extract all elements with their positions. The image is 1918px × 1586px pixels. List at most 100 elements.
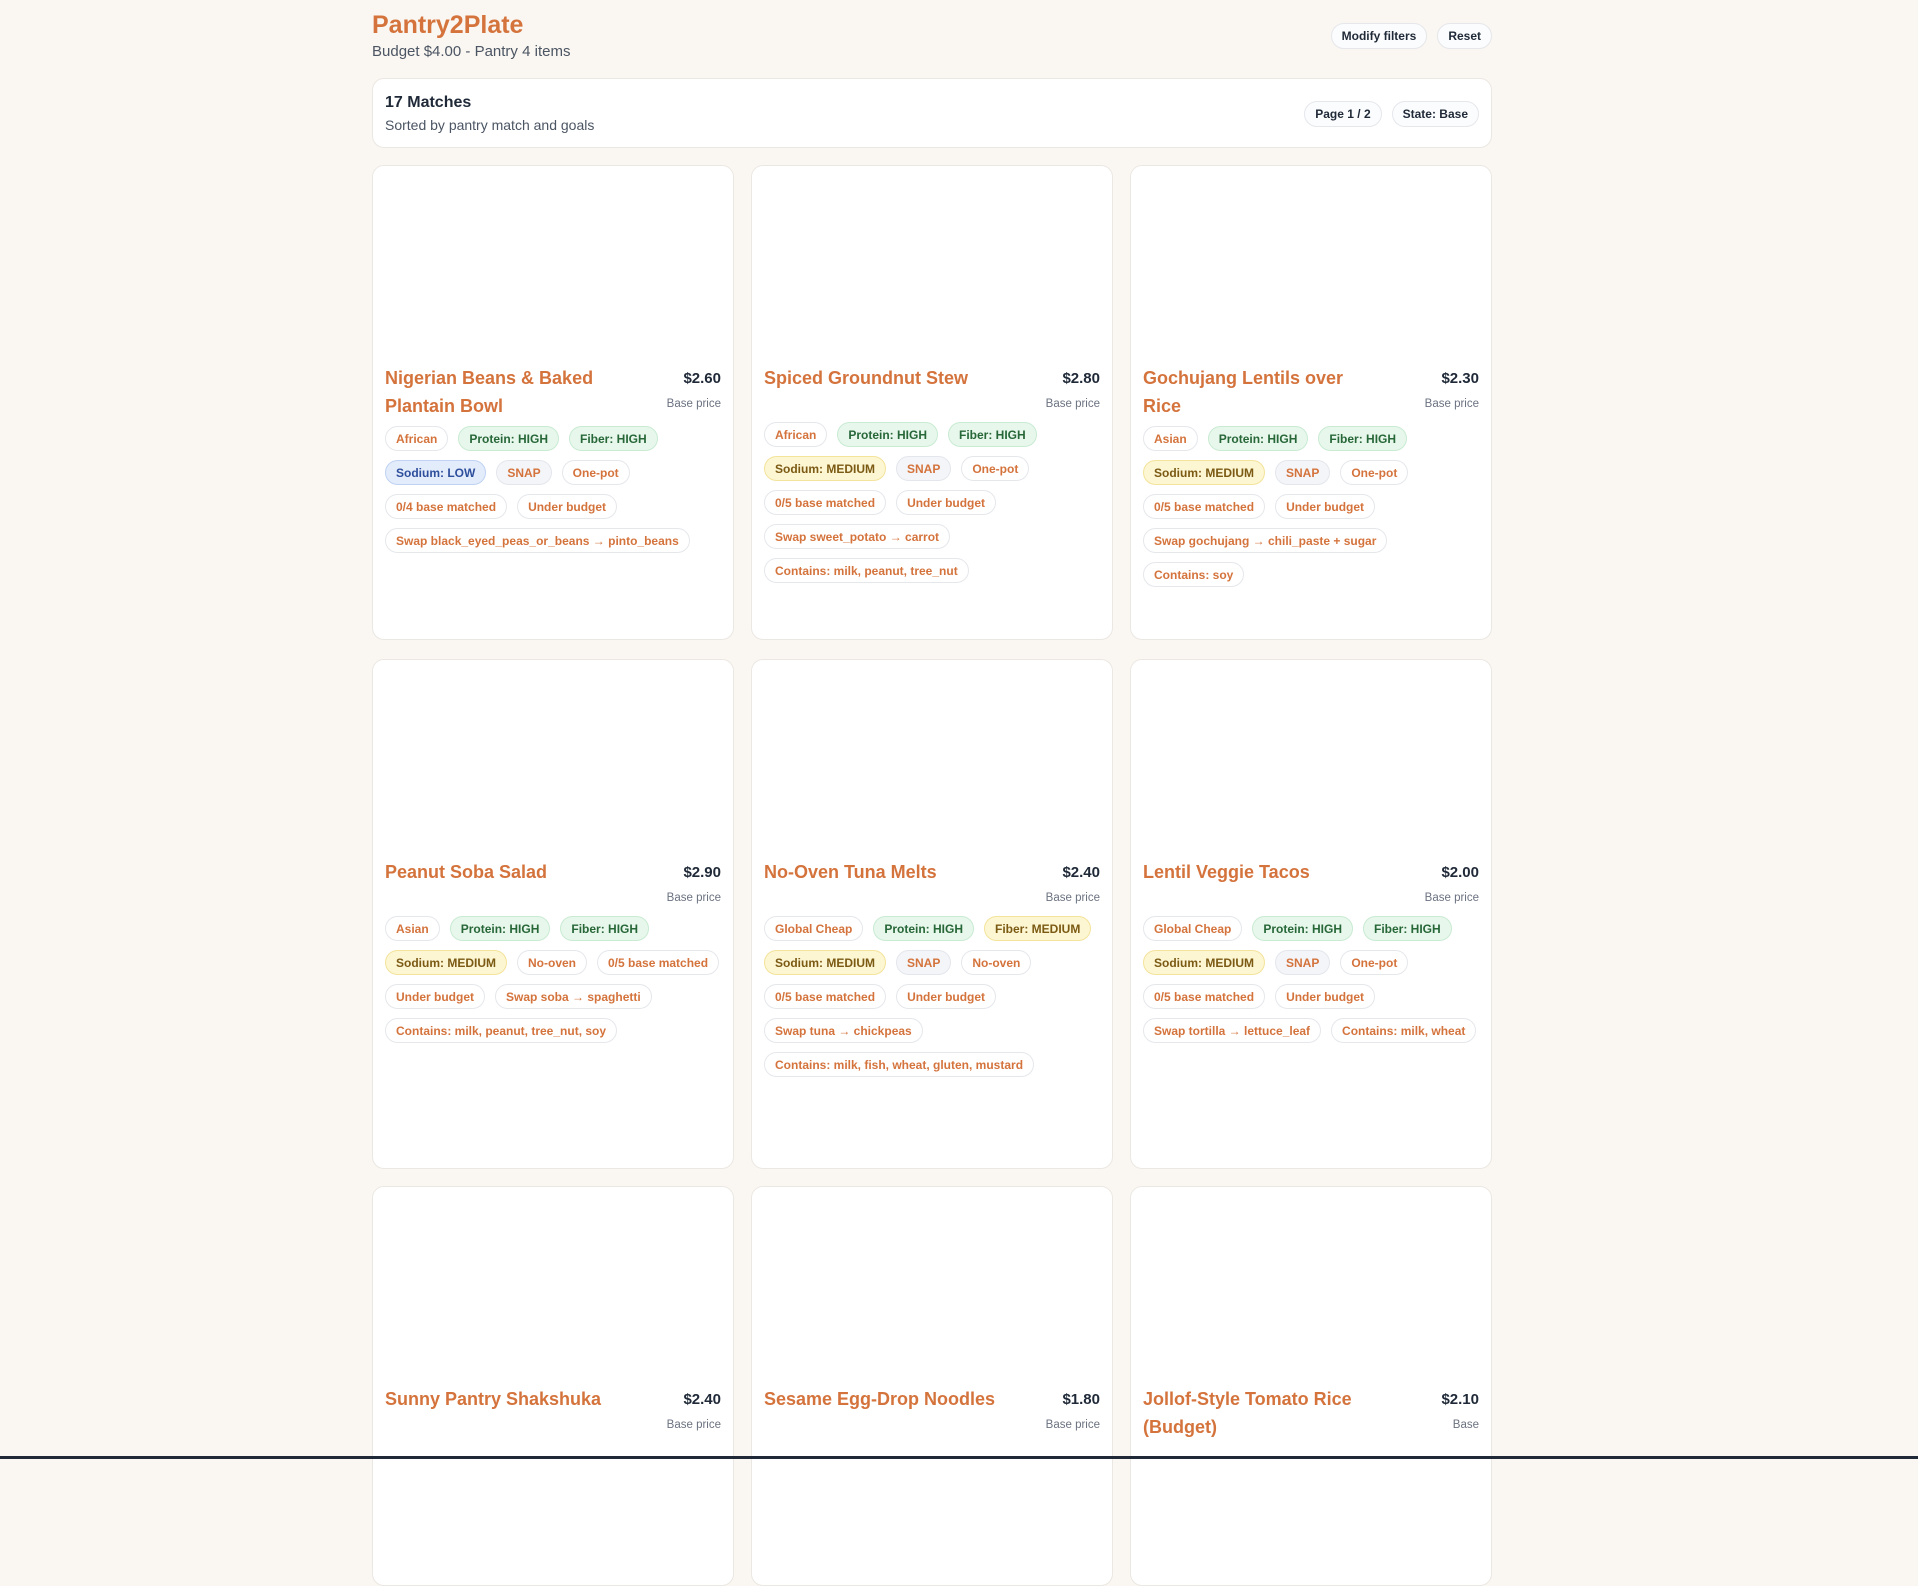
- recipe-card-header: Peanut Soba Salad $2.90 Base price: [385, 858, 721, 910]
- recipe-tag: Fiber: MEDIUM: [984, 916, 1092, 941]
- price-label: Base price: [666, 892, 721, 904]
- recipe-tag: Sodium: MEDIUM: [385, 950, 507, 975]
- recipe-tag: Swap gochujang → chili_paste + sugar: [1143, 528, 1388, 553]
- recipe-title[interactable]: Gochujang Lentils over Rice: [1143, 364, 1383, 420]
- reset-button[interactable]: Reset: [1437, 23, 1492, 49]
- recipe-tag: No-oven: [961, 950, 1032, 975]
- recipe-tag: One-pot: [561, 460, 630, 485]
- recipe-image: [373, 1187, 733, 1387]
- recipe-tag: Sodium: MEDIUM: [1143, 460, 1265, 485]
- recipe-tag: SNAP: [1275, 460, 1331, 485]
- price-label: Base price: [1424, 398, 1479, 410]
- recipe-tag: Global Cheap: [764, 916, 864, 941]
- recipe-tag: Swap tuna → chickpeas: [764, 1018, 923, 1043]
- price-block: $2.00 Base price: [1425, 858, 1479, 910]
- recipe-tag: Under budget: [517, 494, 618, 519]
- recipe-card[interactable]: Sunny Pantry Shakshuka $2.40 Base price: [372, 1186, 734, 1586]
- price-label: Base price: [1424, 892, 1479, 904]
- price-block: $2.90 Base price: [667, 858, 721, 910]
- app-subtitle: Budget $4.00 - Pantry 4 items: [372, 43, 571, 60]
- recipe-tag: 0/5 base matched: [764, 984, 887, 1009]
- price-label: Base price: [1045, 1419, 1100, 1431]
- price-label: Base price: [1045, 892, 1100, 904]
- recipe-tag: Asian: [1143, 426, 1198, 451]
- recipe-title[interactable]: Lentil Veggie Tacos: [1143, 858, 1310, 886]
- recipe-tag: Contains: milk, peanut, tree_nut, soy: [385, 1018, 618, 1043]
- recipe-tag: No-oven: [517, 950, 587, 975]
- modify-filters-button[interactable]: Modify filters: [1330, 23, 1428, 49]
- recipe-card-header: Gochujang Lentils over Rice $2.30 Base pri…: [1143, 364, 1479, 420]
- recipe-card-body: Nigerian Beans & Baked Plantain Bowl $2.6…: [373, 364, 733, 565]
- recipe-tag: Protein: HIGH: [458, 426, 560, 451]
- recipe-tag: Contains: milk, fish, wheat, gluten, mus…: [764, 1052, 1035, 1077]
- recipe-tag: Sodium: MEDIUM: [764, 456, 886, 481]
- recipe-tag: SNAP: [1275, 950, 1331, 975]
- recipe-tag: Under budget: [896, 984, 997, 1009]
- recipe-price: $2.40: [1062, 864, 1100, 881]
- recipe-tag: Sodium: MEDIUM: [764, 950, 886, 975]
- recipe-price: $2.80: [1062, 370, 1100, 387]
- recipe-title[interactable]: Sunny Pantry Shakshuka: [385, 1385, 601, 1413]
- recipe-tag: Asian: [385, 916, 440, 941]
- match-count: 17 Matches: [385, 94, 472, 111]
- recipe-tag: Under budget: [1275, 984, 1376, 1009]
- summary-pills: Page 1 / 2 State: Base: [1304, 101, 1479, 127]
- recipe-card[interactable]: Lentil Veggie Tacos $2.00 Base price Global…: [1130, 659, 1492, 1169]
- recipe-card[interactable]: No-Oven Tuna Melts $2.40 Base price Global …: [751, 659, 1113, 1169]
- recipe-tag: Global Cheap: [1143, 916, 1243, 941]
- recipe-card[interactable]: Peanut Soba Salad $2.90 Base price Asian Pro…: [372, 659, 734, 1169]
- recipe-tag: Fiber: HIGH: [560, 916, 650, 941]
- recipe-title[interactable]: Nigerian Beans & Baked Plantain Bowl: [385, 364, 625, 420]
- page-container: Pantry2Plate Budget $4.00 - Pantry 4 ite…: [372, 0, 1492, 1586]
- recipe-card-body: Sunny Pantry Shakshuka $2.40 Base price: [373, 1385, 733, 1455]
- price-label: Base price: [666, 1419, 721, 1431]
- recipe-tag: Protein: HIGH: [837, 422, 939, 447]
- recipe-title[interactable]: Spiced Groundnut Stew: [764, 364, 968, 392]
- price-block: $2.80 Base price: [1046, 364, 1100, 416]
- recipe-card[interactable]: Jollof-Style Tomato Rice (Budget) $2.10 Ba…: [1130, 1186, 1492, 1586]
- recipe-tag: 0/5 base matched: [764, 490, 887, 515]
- recipe-image: [752, 1187, 1112, 1387]
- recipe-card-body: Jollof-Style Tomato Rice (Budget) $2.10 Ba…: [1131, 1385, 1491, 1459]
- recipe-price: $1.80: [1062, 1391, 1100, 1408]
- recipe-card-body: Gochujang Lentils over Rice $2.30 Base pri…: [1131, 364, 1491, 599]
- recipe-tag: Swap tortilla → lettuce_leaf: [1143, 1018, 1322, 1043]
- recipe-card[interactable]: Spiced Groundnut Stew $2.80 Base price Afri…: [751, 165, 1113, 640]
- recipe-tag: SNAP: [496, 460, 552, 485]
- recipe-tag: Swap soba → spaghetti: [495, 984, 652, 1009]
- recipe-card[interactable]: Gochujang Lentils over Rice $2.30 Base pri…: [1130, 165, 1492, 640]
- recipe-price: $2.00: [1441, 864, 1479, 881]
- recipe-card-header: Nigerian Beans & Baked Plantain Bowl $2.6…: [385, 364, 721, 420]
- recipe-tag: Protein: HIGH: [873, 916, 975, 941]
- recipe-price: $2.30: [1441, 370, 1479, 387]
- recipe-tag: Contains: milk, wheat: [1331, 1018, 1477, 1043]
- price-block: $1.80 Base price: [1046, 1385, 1100, 1437]
- recipe-card[interactable]: Sesame Egg-Drop Noodles $1.80 Base price: [751, 1186, 1113, 1586]
- recipe-image: [752, 660, 1112, 860]
- recipe-image: [373, 660, 733, 860]
- recipe-image: [373, 166, 733, 366]
- sort-description: Sorted by pantry match and goals: [385, 117, 595, 133]
- price-block: $2.60 Base price: [667, 364, 721, 416]
- header-actions: Modify filters Reset: [1330, 23, 1492, 49]
- recipe-tag: SNAP: [896, 950, 952, 975]
- recipe-tag: One-pot: [1340, 460, 1409, 485]
- recipe-title[interactable]: Sesame Egg-Drop Noodles: [764, 1385, 995, 1413]
- recipe-card[interactable]: Nigerian Beans & Baked Plantain Bowl $2.6…: [372, 165, 734, 640]
- price-block: $2.10 Base: [1441, 1385, 1479, 1437]
- recipe-image: [752, 166, 1112, 366]
- recipe-price: $2.60: [683, 370, 721, 387]
- recipe-tag: SNAP: [896, 456, 952, 481]
- recipe-tags: Global Cheap Protein: HIGH Fiber: MEDIUM So…: [764, 916, 1100, 1077]
- recipe-title[interactable]: Peanut Soba Salad: [385, 858, 547, 886]
- recipe-tags: African Protein: HIGH Fiber: HIGH Sodium: L…: [385, 426, 721, 553]
- recipe-title[interactable]: No-Oven Tuna Melts: [764, 858, 937, 886]
- recipe-card-header: No-Oven Tuna Melts $2.40 Base price: [764, 858, 1100, 910]
- recipe-title[interactable]: Jollof-Style Tomato Rice (Budget): [1143, 1385, 1383, 1441]
- recipe-price: $2.40: [683, 1391, 721, 1408]
- recipe-tags: Asian Protein: HIGH Fiber: HIGH Sodium: MED…: [1143, 426, 1479, 587]
- app-title: Pantry2Plate: [372, 11, 524, 39]
- recipe-card-header: Sesame Egg-Drop Noodles $1.80 Base price: [764, 1385, 1100, 1437]
- recipe-tag: 0/5 base matched: [597, 950, 720, 975]
- recipe-price: $2.10: [1441, 1391, 1479, 1408]
